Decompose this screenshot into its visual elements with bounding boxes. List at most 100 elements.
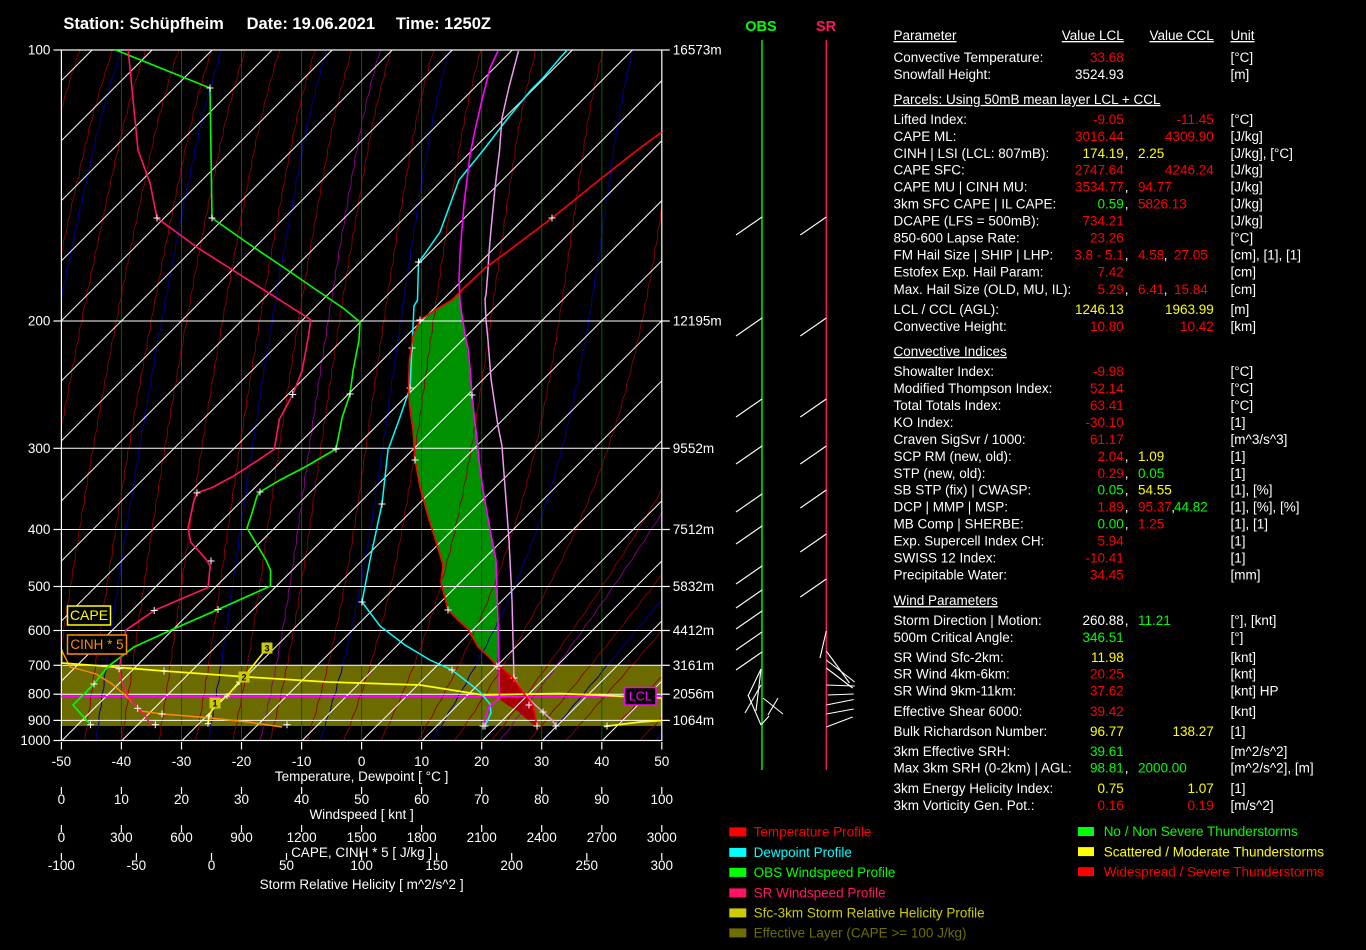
svg-text:5832m: 5832m	[673, 579, 714, 594]
svg-text:0: 0	[58, 792, 66, 807]
svg-text:1000: 1000	[20, 733, 50, 748]
svg-text:-40: -40	[112, 754, 132, 769]
svg-text:LCL: LCL	[629, 690, 652, 704]
svg-text:[1], [%]: [1], [%]	[1231, 483, 1273, 498]
svg-text:Dewpoint Profile: Dewpoint Profile	[754, 845, 852, 860]
svg-text:SB STP (fix) | CWASP:: SB STP (fix) | CWASP:	[894, 483, 1032, 498]
svg-text:700: 700	[28, 658, 51, 673]
svg-text:[1], [1]: [1], [1]	[1231, 517, 1269, 532]
svg-text:174.19: 174.19	[1083, 146, 1124, 161]
svg-text:15.84: 15.84	[1174, 282, 1208, 297]
svg-text:1500: 1500	[347, 830, 377, 845]
svg-text:CINH * 5: CINH * 5	[70, 637, 123, 652]
svg-text:[°C]: [°C]	[1231, 381, 1254, 396]
svg-text:SR Wind 4km-6km:: SR Wind 4km-6km:	[894, 667, 1010, 682]
svg-text:Effective Shear 6000:: Effective Shear 6000:	[894, 704, 1023, 719]
svg-text:[J/kg]: [J/kg]	[1231, 179, 1263, 194]
svg-text:3534.77: 3534.77	[1075, 179, 1124, 194]
svg-text:2100: 2100	[467, 830, 497, 845]
svg-text:CAPE MU | CINH MU:: CAPE MU | CINH MU:	[894, 179, 1028, 194]
svg-text:Date: 19.06.2021: Date: 19.06.2021	[247, 15, 375, 33]
svg-text:CAPE: CAPE	[70, 607, 108, 623]
svg-text:900: 900	[230, 830, 253, 845]
svg-text:[1]: [1]	[1231, 534, 1246, 549]
svg-text:40: 40	[594, 754, 609, 769]
svg-text:0.00: 0.00	[1098, 517, 1124, 532]
svg-text:0.19: 0.19	[1188, 798, 1214, 813]
svg-text:20: 20	[174, 792, 189, 807]
svg-text:500m Critical Angle:: 500m Critical Angle:	[894, 630, 1014, 645]
svg-text:CINH | LSI (LCL: 807mB):: CINH | LSI (LCL: 807mB):	[894, 146, 1050, 161]
svg-text:1963.99: 1963.99	[1165, 302, 1214, 317]
svg-text:20: 20	[474, 754, 489, 769]
svg-text:3km Vorticity Gen. Pot.:: 3km Vorticity Gen. Pot.:	[894, 798, 1035, 813]
svg-text:10.80: 10.80	[1090, 319, 1124, 334]
svg-text:Convective Temperature:: Convective Temperature:	[894, 50, 1044, 65]
svg-text:[°]: [°]	[1231, 630, 1244, 645]
svg-text:Value CCL: Value CCL	[1150, 28, 1215, 43]
svg-text:Max 3km SRH (0-2km) | AGL:: Max 3km SRH (0-2km) | AGL:	[894, 761, 1072, 776]
svg-text:346.51: 346.51	[1083, 630, 1124, 645]
svg-text:70: 70	[474, 792, 489, 807]
svg-text:[J/kg]: [J/kg]	[1231, 129, 1263, 144]
svg-text:12195m: 12195m	[673, 314, 722, 329]
svg-text:[m^3/s^3]: [m^3/s^3]	[1231, 432, 1288, 447]
svg-text:[1]: [1]	[1231, 466, 1246, 481]
svg-text:300: 300	[28, 441, 51, 456]
svg-text:1.09: 1.09	[1138, 449, 1164, 464]
svg-text:500: 500	[28, 579, 51, 594]
svg-text:850-600 Lapse Rate:: 850-600 Lapse Rate:	[894, 231, 1020, 246]
svg-text:50: 50	[654, 754, 669, 769]
svg-text:40: 40	[294, 792, 309, 807]
svg-text:16573m: 16573m	[673, 43, 722, 58]
svg-text:,: ,	[1125, 179, 1129, 194]
svg-text:1.25: 1.25	[1138, 517, 1164, 532]
svg-text:[°C]: [°C]	[1231, 398, 1254, 413]
svg-text:0.75: 0.75	[1098, 781, 1124, 796]
svg-text:3km SFC CAPE | IL CAPE:: 3km SFC CAPE | IL CAPE:	[894, 197, 1057, 212]
svg-text:CAPE SFC:: CAPE SFC:	[894, 163, 965, 178]
svg-text:Storm Direction | Motion:: Storm Direction | Motion:	[894, 613, 1042, 628]
svg-text:[cm], [1], [1]: [cm], [1], [1]	[1231, 247, 1302, 262]
svg-text:,: ,	[1171, 500, 1175, 515]
svg-text:800: 800	[28, 687, 51, 702]
svg-text:150: 150	[425, 858, 448, 873]
svg-text:-30: -30	[172, 754, 192, 769]
svg-text:0.16: 0.16	[1098, 798, 1124, 813]
svg-text:34.45: 34.45	[1090, 568, 1124, 583]
svg-text:98.81: 98.81	[1090, 761, 1124, 776]
svg-text:0.29: 0.29	[1098, 466, 1124, 481]
svg-text:9552m: 9552m	[673, 441, 714, 456]
svg-text:DCAPE (LFS = 500mB):: DCAPE (LFS = 500mB):	[894, 214, 1040, 229]
svg-text:33.68: 33.68	[1090, 50, 1124, 65]
svg-text:Modified Thompson Index:: Modified Thompson Index:	[894, 381, 1053, 396]
svg-text:600: 600	[28, 623, 51, 638]
svg-text:600: 600	[170, 830, 193, 845]
svg-text:138.27: 138.27	[1173, 724, 1214, 739]
svg-text:[m/s^2]: [m/s^2]	[1231, 798, 1274, 813]
svg-text:1246.13: 1246.13	[1075, 302, 1124, 317]
svg-text:2700: 2700	[587, 830, 617, 845]
svg-text:,: ,	[1164, 282, 1168, 297]
svg-text:Max. Hail Size (OLD, MU, IL):: Max. Hail Size (OLD, MU, IL):	[894, 282, 1072, 297]
svg-text:2.04: 2.04	[1098, 449, 1125, 464]
svg-text:3161m: 3161m	[673, 658, 714, 673]
svg-text:SR Wind 9km-11km:: SR Wind 9km-11km:	[894, 684, 1017, 699]
svg-text:,: ,	[1125, 449, 1129, 464]
svg-text:[1]: [1]	[1231, 781, 1246, 796]
svg-text:,: ,	[1125, 500, 1129, 515]
svg-text:23.26: 23.26	[1090, 231, 1124, 246]
svg-text:61.17: 61.17	[1090, 432, 1124, 447]
svg-text:Widespread / Severe Thundersto: Widespread / Severe Thunderstorms	[1104, 864, 1325, 879]
svg-text:[cm]: [cm]	[1231, 282, 1257, 297]
svg-text:[cm]: [cm]	[1231, 265, 1257, 280]
svg-text:0: 0	[358, 754, 366, 769]
svg-text:[1], [%], [%]: [1], [%], [%]	[1231, 500, 1300, 515]
svg-text:0: 0	[208, 858, 216, 873]
svg-text:Convective Height:: Convective Height:	[894, 319, 1007, 334]
svg-text:-30.10: -30.10	[1086, 415, 1124, 430]
svg-text:30: 30	[534, 754, 549, 769]
svg-text:FM Hail Size | SHIP | LHP:: FM Hail Size | SHIP | LHP:	[894, 247, 1054, 262]
svg-text:4246.24: 4246.24	[1165, 163, 1214, 178]
svg-text:[°C]: [°C]	[1231, 231, 1254, 246]
